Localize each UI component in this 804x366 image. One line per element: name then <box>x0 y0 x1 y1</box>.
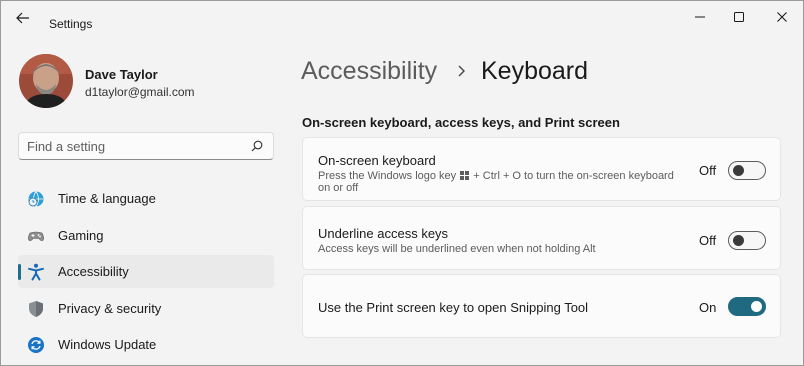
chevron-right-icon <box>458 65 465 77</box>
sidebar-item-label: Gaming <box>58 228 104 243</box>
setting-description-text: Press the Windows logo key <box>318 170 457 182</box>
toggle-knob <box>733 235 744 246</box>
sidebar-item-accessibility[interactable]: Accessibility <box>18 255 274 288</box>
toggle-state-label: Off <box>699 233 717 248</box>
maximize-button[interactable] <box>728 9 750 25</box>
on-screen-keyboard-toggle[interactable] <box>728 161 766 180</box>
close-icon <box>777 12 787 22</box>
search-icon[interactable] <box>251 140 263 152</box>
sidebar-item-privacy-security[interactable]: Privacy & security <box>18 292 274 325</box>
globe-clock-icon <box>28 191 44 207</box>
user-photo <box>19 54 73 108</box>
app-title: Settings <box>49 17 93 31</box>
windows-logo-icon <box>460 171 470 180</box>
minimize-icon <box>695 16 705 18</box>
print-screen-snipping-tool-toggle[interactable] <box>728 297 766 316</box>
user-email: d1taylor@gmail.com <box>85 85 195 99</box>
search-box[interactable] <box>18 132 274 160</box>
setting-title: Underline access keys <box>318 226 449 241</box>
setting-card-underline-access-keys: Underline access keys Access keys will b… <box>302 206 781 270</box>
update-icon <box>28 337 44 353</box>
back-arrow-icon <box>16 12 29 24</box>
sidebar-item-gaming[interactable]: Gaming <box>18 219 274 252</box>
back-button[interactable] <box>13 10 33 26</box>
selection-indicator <box>18 264 21 280</box>
sidebar-item-label: Privacy & security <box>58 301 162 316</box>
underline-access-keys-toggle[interactable] <box>728 231 766 250</box>
shield-icon <box>29 301 43 317</box>
sidebar-item-label: Accessibility <box>58 264 129 279</box>
search-input[interactable] <box>27 137 241 156</box>
accessibility-icon <box>28 263 44 281</box>
settings-window: Settings Dave Taylor d1taylor@gmail.com … <box>0 0 804 366</box>
gamepad-icon <box>28 231 44 241</box>
maximize-icon <box>734 12 744 22</box>
setting-title: On-screen keyboard <box>318 153 436 168</box>
toggle-knob <box>751 301 762 312</box>
user-name: Dave Taylor <box>85 67 158 82</box>
setting-description-text: on or off <box>318 182 359 194</box>
section-title: On-screen keyboard, access keys, and Pri… <box>302 115 620 130</box>
sidebar-item-windows-update[interactable]: Windows Update <box>18 328 274 361</box>
avatar[interactable] <box>19 54 73 108</box>
sidebar-item-time-language[interactable]: Time & language <box>18 182 274 215</box>
setting-title: Use the Print screen key to open Snippin… <box>318 300 589 315</box>
toggle-knob <box>733 165 744 176</box>
title-bar: Settings <box>1 1 803 35</box>
setting-description: Access keys will be underlined even when… <box>318 243 596 255</box>
close-button[interactable] <box>771 9 793 25</box>
setting-description-text: + Ctrl + O to turn the on-screen keyboar… <box>473 170 674 182</box>
sidebar-item-label: Time & language <box>58 191 156 206</box>
toggle-state-label: On <box>699 300 717 315</box>
toggle-state-label: Off <box>699 163 717 178</box>
breadcrumb-parent[interactable]: Accessibility <box>301 57 437 86</box>
setting-card-on-screen-keyboard: On-screen keyboard Press the Windows log… <box>302 137 781 201</box>
sidebar-item-label: Windows Update <box>58 337 157 352</box>
setting-card-print-screen: Use the Print screen key to open Snippin… <box>302 274 781 338</box>
setting-description: Press the Windows logo key + Ctrl + O to… <box>318 170 674 194</box>
page-title: Keyboard <box>481 57 589 85</box>
minimize-button[interactable] <box>689 9 711 25</box>
